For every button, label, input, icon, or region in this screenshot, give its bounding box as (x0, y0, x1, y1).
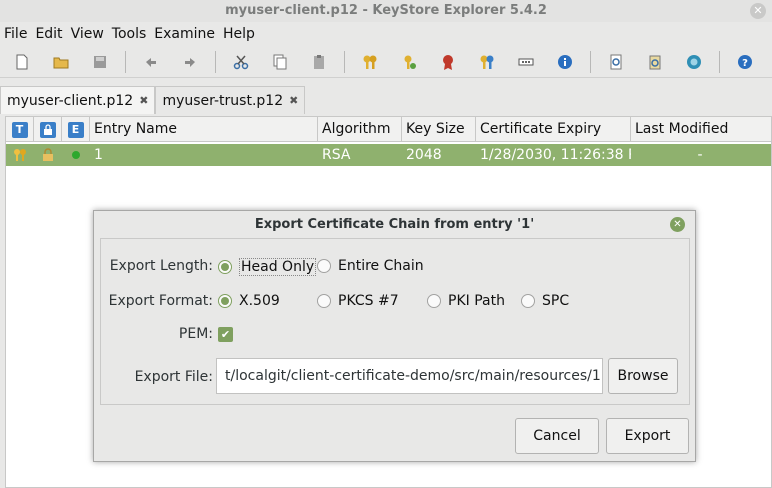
radio-indicator (317, 259, 331, 273)
toolbar: ? (0, 46, 772, 78)
menu-view[interactable]: View (71, 26, 104, 42)
radio-x509[interactable]: X.509 (218, 293, 280, 309)
dialog-title: Export Certificate Chain from entry '1' (254, 217, 535, 232)
column-lock[interactable] (34, 117, 62, 142)
help-icon[interactable]: ? (731, 49, 759, 75)
copy-icon[interactable] (266, 49, 294, 75)
pem-checkbox[interactable]: ✔ (218, 327, 233, 342)
radio-pkcs7[interactable]: PKCS #7 (317, 293, 399, 309)
new-icon[interactable] (8, 49, 36, 75)
cell-algorithm: RSA (322, 147, 351, 163)
menu-examine[interactable]: Examine (154, 26, 215, 42)
radio-label: SPC (542, 293, 570, 309)
lock-icon (34, 144, 62, 166)
radio-indicator (218, 260, 232, 274)
paste-icon[interactable] (305, 49, 333, 75)
tab-myuser-client[interactable]: myuser-client.p12 ✖ (0, 86, 156, 114)
export-length-label: Export Length: (109, 258, 213, 274)
radio-label: Head Only (239, 258, 317, 276)
column-last-modified[interactable]: Last Modified (631, 117, 769, 142)
examine-clipboard-icon[interactable] (641, 49, 669, 75)
undo-icon[interactable] (137, 49, 165, 75)
export-certificate-chain-dialog: Export Certificate Chain from entry '1' … (93, 210, 696, 462)
tab-close-icon[interactable]: ✖ (289, 94, 298, 107)
radio-indicator (521, 294, 535, 308)
tab-myuser-trust[interactable]: myuser-trust.p12 ✖ (155, 86, 306, 114)
export-file-input[interactable] (216, 358, 603, 394)
cancel-button[interactable]: Cancel (515, 418, 599, 454)
radio-label: X.509 (239, 293, 280, 309)
cell-key-size: 2048 (406, 147, 442, 163)
expiry-column-icon: E (67, 121, 84, 138)
table-row[interactable]: 1 RSA 2048 1/28/2030, 11:26:38 P... - (6, 144, 771, 166)
export-format-label: Export Format: (108, 293, 213, 309)
radio-indicator (218, 294, 232, 308)
table-header: T E Entry Name Algorithm Key Size Certif… (6, 117, 771, 142)
column-key-size[interactable]: Key Size (402, 117, 476, 142)
radio-head-only[interactable]: Head Only (218, 258, 317, 276)
import-keypair-icon[interactable] (473, 49, 501, 75)
examine-ssl-icon[interactable] (680, 49, 708, 75)
radio-label: PKCS #7 (338, 293, 399, 309)
toolbar-separator (719, 50, 720, 73)
column-type[interactable]: T (6, 117, 34, 142)
save-icon[interactable] (86, 49, 114, 75)
window-title-bar: myuser-client.p12 - KeyStore Explorer 5.… (0, 0, 772, 22)
keystore-tabs: myuser-client.p12 ✖ myuser-trust.p12 ✖ (0, 86, 306, 114)
toolbar-separator (125, 50, 126, 73)
status-ok-icon (62, 144, 90, 166)
export-options-panel: Export Length: Head Only Entire Chain Ex… (100, 238, 690, 405)
pem-label: PEM: (178, 326, 213, 342)
menu-edit[interactable]: Edit (35, 26, 62, 42)
export-button-label: Export (624, 428, 671, 444)
radio-spc[interactable]: SPC (521, 293, 569, 309)
generate-keypair-icon[interactable] (356, 49, 384, 75)
radio-pki-path[interactable]: PKI Path (427, 293, 505, 309)
column-entry-name[interactable]: Entry Name (90, 117, 318, 142)
toolbar-separator (590, 50, 591, 73)
svg-text:?: ? (742, 58, 748, 69)
export-button[interactable]: Export (606, 418, 689, 454)
window-title: myuser-client.p12 - KeyStore Explorer 5.… (225, 3, 547, 18)
column-certificate-expiry[interactable]: Certificate Expiry (476, 117, 631, 142)
cell-entry-name: 1 (94, 147, 103, 163)
toolbar-separator (215, 50, 216, 73)
browse-button-label: Browse (617, 368, 669, 384)
menu-file[interactable]: File (4, 26, 27, 42)
generate-secret-key-icon[interactable] (395, 49, 423, 75)
column-algorithm[interactable]: Algorithm (318, 117, 402, 142)
tab-label: myuser-trust.p12 (162, 92, 284, 109)
radio-indicator (427, 294, 441, 308)
toolbar-separator (344, 50, 345, 73)
cancel-button-label: Cancel (533, 428, 581, 444)
tab-close-icon[interactable]: ✖ (139, 94, 148, 107)
browse-button[interactable]: Browse (608, 358, 678, 394)
properties-icon[interactable] (551, 49, 579, 75)
password-icon[interactable] (512, 49, 540, 75)
radio-indicator (317, 294, 331, 308)
column-expiry-status[interactable]: E (62, 117, 90, 142)
cell-certificate-expiry: 1/28/2030, 11:26:38 P... (480, 147, 631, 163)
redo-icon[interactable] (176, 49, 204, 75)
radio-entire-chain[interactable]: Entire Chain (317, 258, 424, 274)
cell-last-modified: - (697, 147, 703, 163)
menu-bar: File Edit View Tools Examine Help (0, 22, 772, 46)
open-icon[interactable] (47, 49, 75, 75)
dialog-close-button[interactable]: ✕ (670, 217, 685, 232)
menu-help[interactable]: Help (223, 26, 255, 42)
examine-file-icon[interactable] (602, 49, 630, 75)
export-file-label: Export File: (134, 369, 213, 385)
lock-column-icon (39, 121, 56, 138)
import-trusted-cert-icon[interactable] (434, 49, 462, 75)
window-close-button[interactable]: ✕ (750, 3, 766, 19)
radio-label: PKI Path (448, 293, 505, 309)
tab-label: myuser-client.p12 (7, 92, 134, 109)
keypair-icon (6, 144, 34, 166)
radio-label: Entire Chain (338, 258, 424, 274)
menu-tools[interactable]: Tools (112, 26, 147, 42)
cut-icon[interactable] (227, 49, 255, 75)
type-column-icon: T (11, 121, 28, 138)
